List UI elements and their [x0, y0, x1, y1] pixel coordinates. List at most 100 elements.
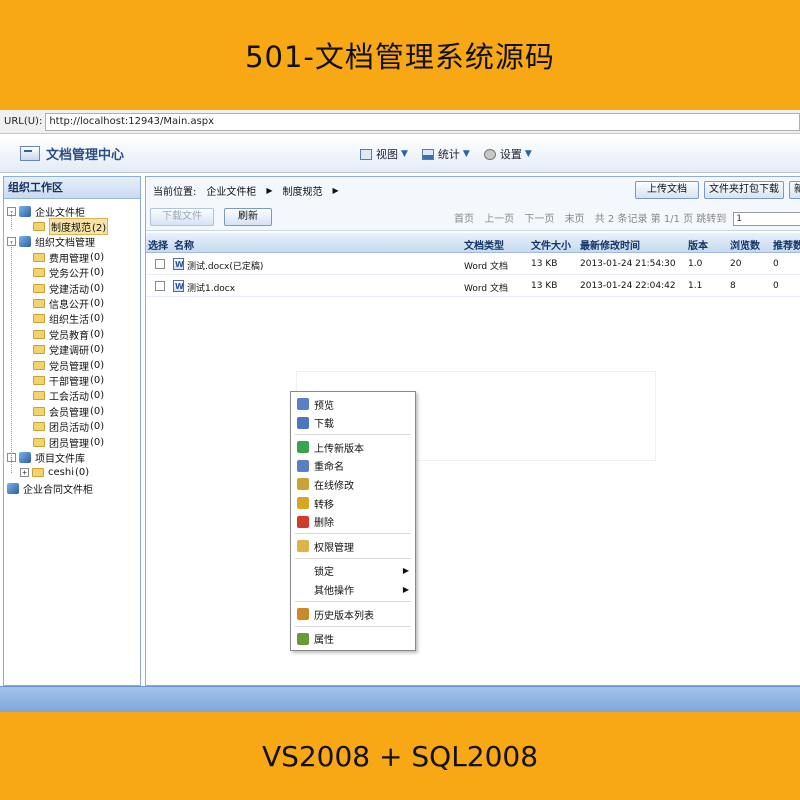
menu-settings[interactable]: 设置 ▼ [483, 146, 532, 162]
banner-title: 501-文档管理系统源码 [245, 40, 555, 74]
pager-next[interactable]: 下一页 [524, 214, 554, 225]
cabinet-icon [19, 236, 31, 248]
breadcrumb-label: 当前位置: [153, 186, 197, 198]
context-menu-label: 锁定 [314, 567, 334, 579]
column-header[interactable]: 推荐数 [773, 237, 800, 252]
column-header[interactable]: 浏览数 [730, 237, 760, 252]
word-doc-icon [173, 258, 184, 270]
context-menu-item[interactable]: 属性 [291, 630, 415, 648]
tree-node[interactable]: - 项目文件库 [7, 450, 85, 465]
context-menu-item[interactable]: 转移 [291, 494, 415, 512]
status-bar [0, 686, 800, 712]
context-menu-item[interactable]: 历史版本列表 [291, 605, 415, 623]
table-row[interactable]: 测试1.docx Word 文档 13 KB 2013-01-24 22:04:… [146, 276, 800, 297]
context-menu-item[interactable]: 预览 [291, 395, 415, 413]
tree-node-count: (0) [90, 359, 105, 371]
folder-icon [33, 437, 45, 447]
breadcrumb-item[interactable]: 制度规范 [283, 183, 323, 198]
tree-node[interactable]: 团员活动 (0) [33, 420, 104, 434]
tree-node-label: 党务公开 [49, 269, 89, 281]
tree-node-count: (0) [90, 267, 105, 279]
submenu-arrow-icon: ▶ [402, 566, 409, 576]
tree-node-count: (0) [74, 467, 90, 479]
tree-node[interactable]: 组织生活 (0) [33, 312, 104, 326]
tree-node[interactable]: 费用管理 (0) [33, 250, 104, 265]
tree-node-count: (2) [92, 222, 107, 234]
download-button[interactable]: 下载文件 [150, 208, 214, 226]
context-menu-item[interactable]: 其他操作 ▶ [291, 580, 415, 598]
top-banner: 501-文档管理系统源码 [0, 0, 800, 110]
column-header[interactable]: 文件大小 [531, 237, 571, 252]
pager-last[interactable]: 末页 [565, 214, 585, 225]
blank-icon [297, 565, 309, 577]
column-header[interactable]: 名称 [174, 237, 194, 252]
new-button[interactable]: 新 [789, 181, 800, 199]
context-menu-item[interactable]: 在线修改 [291, 475, 415, 493]
blank-icon [297, 583, 309, 595]
pager-prev[interactable]: 上一页 [484, 214, 514, 225]
row-checkbox[interactable] [155, 259, 165, 269]
column-header[interactable]: 文档类型 [464, 237, 504, 252]
folder-icon [33, 375, 45, 385]
tree-node[interactable]: 会员管理 (0) [33, 404, 104, 419]
column-header[interactable]: 版本 [688, 237, 708, 252]
file-views: 8 [730, 281, 736, 291]
menu-stats[interactable]: 统计 ▼ [421, 146, 470, 162]
pack-download-button[interactable]: 文件夹打包下载 [704, 181, 784, 199]
context-menu-item[interactable]: 删除 [291, 513, 415, 531]
menu-view[interactable]: 视图 ▼ [360, 146, 408, 162]
url-input[interactable]: http://localhost:12943/Main.aspx [45, 112, 800, 131]
tree-node[interactable]: 干部管理 (0) [33, 373, 104, 388]
tree-node[interactable]: 党建调研 (0) [33, 343, 104, 357]
tree-node[interactable]: 信息公开 (0) [33, 296, 104, 311]
pager-first[interactable]: 首页 [454, 214, 474, 225]
breadcrumb-item[interactable]: 企业文件柜 [206, 183, 256, 198]
expand-icon[interactable]: + [20, 468, 29, 478]
context-menu-item[interactable]: 重命名 [291, 457, 415, 475]
preview-icon [297, 398, 309, 410]
upload-button[interactable]: 上传文档 [635, 181, 699, 199]
tree-node[interactable]: - 企业文件柜 [7, 204, 85, 219]
menu-separator [295, 533, 411, 535]
tree-node[interactable]: 党员教育 (0) [33, 327, 104, 342]
folder-icon [33, 406, 45, 416]
tree-node-label: 干部管理 [49, 376, 89, 388]
row-checkbox[interactable] [155, 281, 165, 291]
tree-node[interactable]: 党建活动 (0) [33, 281, 104, 296]
tree-node-label: 制度规范(2) [49, 217, 109, 235]
file-name[interactable]: 测试1.docx [187, 281, 235, 294]
tree-node[interactable]: 党员管理 (0) [33, 358, 105, 373]
file-version: 1.0 [688, 259, 703, 269]
table-row[interactable]: 测试.docx(已定稿) Word 文档 13 KB 2013-01-24 21… [146, 254, 800, 275]
context-menu-item[interactable]: 上传新版本 [291, 438, 415, 456]
context-menu-item[interactable]: 下载 [291, 414, 415, 432]
context-menu-label: 历史版本列表 [314, 610, 374, 622]
tree-node[interactable]: 党务公开 (0) [33, 266, 104, 280]
refresh-button[interactable]: 刷新 [224, 208, 272, 226]
address-bar: URL(U): http://localhost:12943/Main.aspx [0, 110, 800, 134]
column-header[interactable]: 最新修改时间 [580, 237, 640, 252]
folder-icon [33, 268, 45, 278]
context-menu-item[interactable]: 锁定 ▶ [291, 562, 415, 580]
tree-node[interactable]: 团员管理 (0) [33, 435, 104, 450]
tree-node-count: (0) [90, 344, 105, 356]
top-menu: 视图 ▼ 统计 ▼ 设置 ▼ [360, 146, 546, 162]
context-menu: 预览 下载上传新版本 重命名 在线修改 转移 删除权限管理锁定 ▶ 其他操作 ▶ 历史版本列表属性 [290, 391, 416, 651]
tree-node[interactable]: 制度规范(2) [33, 217, 109, 235]
folder-icon [33, 422, 45, 432]
tree-node[interactable]: 工会活动 (0) [33, 389, 104, 403]
page-jump-input[interactable]: 1 [733, 212, 800, 226]
edit-online-icon [297, 478, 309, 491]
file-name[interactable]: 测试.docx(已定稿) [187, 259, 263, 272]
chevron-right-icon: ▶ [332, 185, 339, 195]
file-views: 20 [730, 259, 742, 269]
context-menu-item[interactable]: 权限管理 [291, 537, 415, 555]
tree-node-label: 党员管理 [49, 361, 89, 373]
tree-node[interactable]: + ceshi (0) [20, 466, 89, 480]
tree-node-label: 团员活动 [49, 423, 89, 435]
tree-guide-line [11, 242, 12, 456]
tree-node[interactable]: - 组织文档管理 [7, 235, 95, 249]
column-header[interactable]: 选择 [148, 237, 168, 252]
bottom-banner: VS2008 + SQL2008 [0, 712, 800, 800]
tree-node[interactable]: 企业合同文件柜 [7, 481, 93, 496]
